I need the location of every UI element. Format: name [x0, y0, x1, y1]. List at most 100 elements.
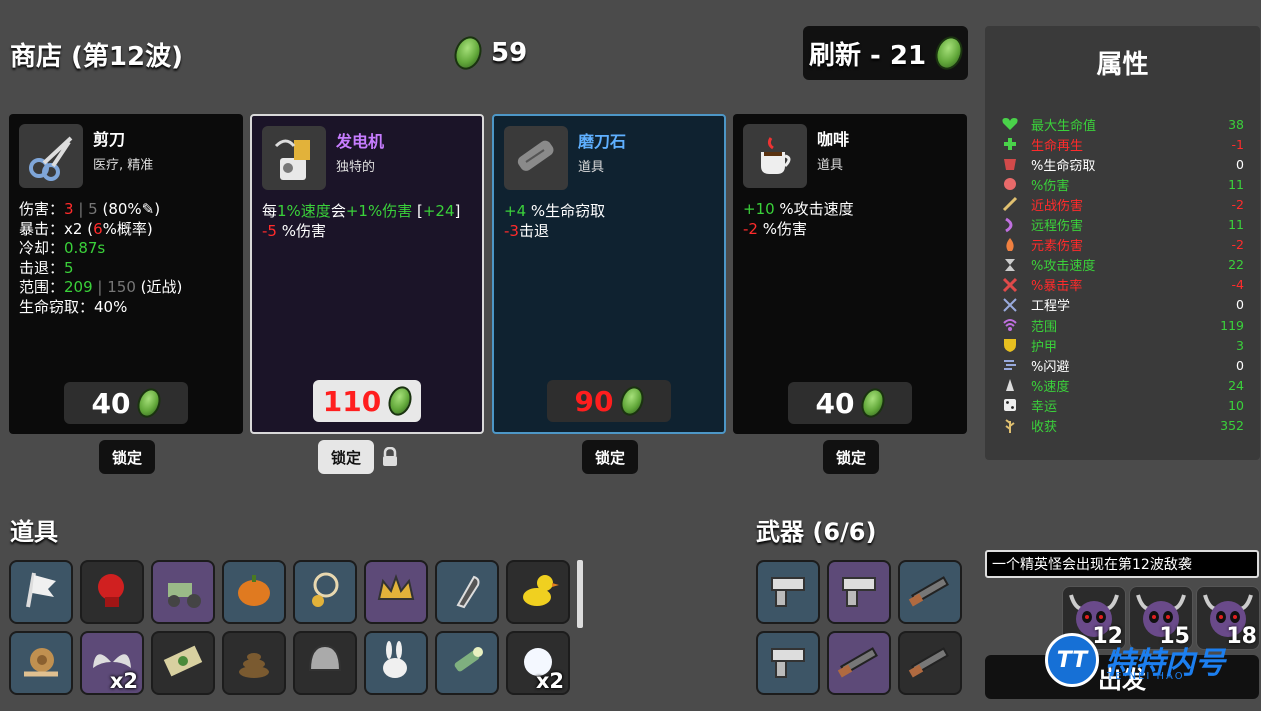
stat-row[interactable]: 工程学 0 [1001, 295, 1244, 315]
elite-enemy-preview[interactable]: 15 [1129, 586, 1193, 650]
pistol-icon [764, 637, 812, 689]
luck-icon [1001, 397, 1019, 413]
stat-value: -2 [743, 219, 758, 238]
item-slot[interactable] [435, 631, 499, 695]
crown-icon [373, 567, 419, 617]
lock-label: 锁定 [111, 448, 142, 467]
lock-button[interactable]: 锁定 [99, 440, 155, 474]
lock-button[interactable]: 锁定 [582, 440, 638, 474]
reroll-button[interactable]: 刷新 - 21 [803, 26, 968, 80]
shop-card[interactable]: 剪刀 医疗, 精准 伤害：3 | 5 (80%✎) 暴击：x2 (6%概率) 冷却：… [9, 114, 243, 434]
item-slot[interactable] [222, 631, 286, 695]
item-slot[interactable]: x2 [506, 631, 570, 695]
stat-value: 352 [1220, 418, 1244, 433]
item-tags: 独特的 [336, 160, 376, 175]
stat-value: 0 [1236, 297, 1244, 313]
elite-enemy-preview[interactable]: 18 [1196, 586, 1260, 650]
pistol-icon [764, 566, 812, 618]
stat-line: -5 %伤害 [262, 222, 472, 242]
flag-icon [18, 567, 64, 617]
item-slot[interactable] [9, 631, 73, 695]
stat-row[interactable]: %速度 24 [1001, 375, 1244, 395]
item-slot[interactable] [506, 560, 570, 624]
heart-icon [1001, 116, 1019, 132]
weapon-slot[interactable] [898, 631, 962, 695]
stat-row[interactable]: 幸运 10 [1001, 395, 1244, 415]
lock-label: 锁定 [835, 448, 866, 467]
stat-name: 最大生命值 [1031, 118, 1097, 134]
buy-button[interactable]: 90 [547, 380, 671, 422]
buy-button[interactable]: 110 [313, 380, 421, 422]
items-title: 道具 [10, 518, 58, 546]
elite-enemy-preview[interactable]: 12 [1062, 586, 1126, 650]
stat-row[interactable]: 生命再生 -1 [1001, 134, 1244, 154]
reroll-label: 刷新 - 21 [808, 40, 927, 71]
item-slot[interactable] [80, 560, 144, 624]
range-icon [1001, 317, 1019, 333]
item-slot[interactable] [364, 631, 428, 695]
stat-row[interactable]: %闪避 0 [1001, 355, 1244, 375]
item-slot[interactable] [151, 560, 215, 624]
stat-value: 11 [1228, 217, 1244, 232]
weapon-slot[interactable] [756, 560, 820, 624]
buy-button[interactable]: 40 [64, 382, 188, 424]
stat-label: 范围： [19, 278, 65, 296]
weapon-slot[interactable] [756, 631, 820, 695]
stat-row[interactable]: 远程伤害 11 [1001, 215, 1244, 235]
material-gem-icon [617, 383, 648, 419]
elemental-icon [1001, 237, 1019, 253]
weapon-slot[interactable] [827, 560, 891, 624]
stat-line: 暴击：x2 (6%概率) [19, 220, 233, 240]
stat-row[interactable]: 元素伤害 -2 [1001, 235, 1244, 255]
stat-value: [ [412, 202, 423, 220]
shop-card[interactable]: 发电机 独特的 每1%速度会+1%伤害 [+24] -5 %伤害 110 [250, 114, 484, 434]
item-slot[interactable] [9, 560, 73, 624]
duck-icon [515, 567, 561, 617]
shop-card[interactable]: 磨刀石 道具 +4 %生命窃取 -3击退 90 [492, 114, 726, 434]
stat-row[interactable]: 最大生命值 38 [1001, 114, 1244, 134]
stat-value: 38 [1228, 116, 1244, 132]
item-slot[interactable] [293, 631, 357, 695]
item-stats: 每1%速度会+1%伤害 [+24] -5 %伤害 [262, 202, 472, 241]
stat-row[interactable]: %暴击率 -4 [1001, 275, 1244, 295]
lock-button[interactable]: 锁定 [823, 440, 879, 474]
stat-row[interactable]: 护甲 3 [1001, 335, 1244, 355]
item-slot[interactable] [222, 560, 286, 624]
item-slot[interactable] [293, 560, 357, 624]
stat-row[interactable]: 范围 119 [1001, 315, 1244, 335]
elite-wave-number: 12 [1092, 624, 1123, 649]
item-slot[interactable] [364, 560, 428, 624]
lock-label: 锁定 [330, 448, 361, 467]
stat-label: 暴击： [19, 219, 65, 238]
weapon-slot[interactable] [898, 560, 962, 624]
stat-row[interactable]: %攻击速度 22 [1001, 255, 1244, 275]
stat-name: %生命窃取 [1031, 158, 1096, 174]
lock-button[interactable]: 锁定 [318, 440, 374, 474]
poop-icon [231, 638, 277, 688]
shop-card[interactable]: 咖啡 道具 +10 %攻击速度 -2 %伤害 40 [733, 114, 967, 434]
item-slot[interactable] [435, 560, 499, 624]
items-scrollbar[interactable] [577, 560, 583, 628]
stat-label: 冷却： [19, 239, 65, 257]
stat-name: 范围 [1031, 319, 1058, 335]
go-button[interactable]: 出发 [985, 655, 1259, 699]
tractor-icon [160, 567, 206, 617]
engineering-icon [1001, 297, 1019, 313]
stat-name: 远程伤害 [1031, 219, 1084, 234]
stat-line: 击退：5 [19, 259, 233, 279]
item-name: 发电机 [336, 132, 385, 151]
stat-row[interactable]: 收获 352 [1001, 416, 1244, 436]
item-slot[interactable] [151, 631, 215, 695]
stat-row[interactable]: %生命窃取 0 [1001, 154, 1244, 174]
stat-row[interactable]: %伤害 11 [1001, 174, 1244, 194]
buy-button[interactable]: 40 [788, 382, 912, 424]
stat-value: 22 [1228, 257, 1244, 273]
stat-row[interactable]: 近战伤害 -2 [1001, 194, 1244, 214]
shotgun-icon [835, 637, 883, 689]
price-amount: 40 [815, 386, 855, 420]
stat-label: 击退： [19, 258, 65, 277]
weapon-slot[interactable] [827, 631, 891, 695]
item-slot[interactable]: x2 [80, 631, 144, 695]
material-gem-icon [858, 385, 889, 421]
shotgun-icon [906, 637, 954, 689]
